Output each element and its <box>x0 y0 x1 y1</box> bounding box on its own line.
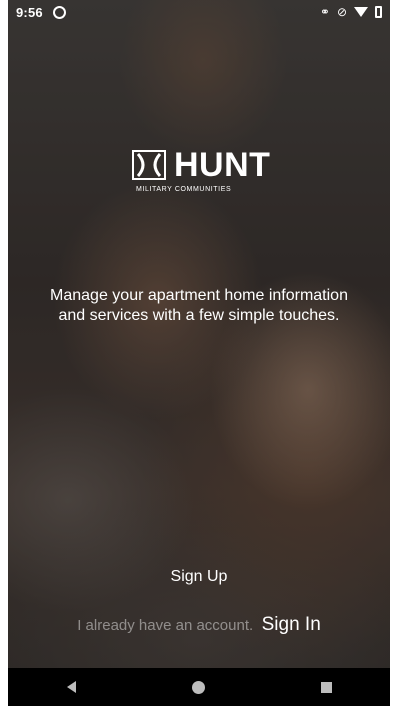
logo-mark-icon <box>132 150 166 180</box>
brand-logo: HUNT MILITARY COMMUNITIES <box>132 146 272 200</box>
background-edge-right <box>390 0 398 706</box>
background-overlay <box>8 0 390 706</box>
status-bar: 9:56 ⚭ ⊘ <box>8 0 390 24</box>
home-button[interactable] <box>169 668 229 706</box>
brand-name: HUNT <box>174 146 271 184</box>
home-icon <box>192 680 206 694</box>
phone-screen: 9:56 ⚭ ⊘ HUNT MILITARY COMMUNITIES Manag… <box>8 0 390 706</box>
mute-icon: ⊘ <box>336 5 347 19</box>
navigation-bar <box>8 668 390 706</box>
back-button[interactable] <box>42 668 102 706</box>
already-have-account-text: I already have an account. <box>77 617 254 634</box>
recents-icon <box>320 681 332 693</box>
background-edge-left <box>0 0 8 706</box>
status-icons: ⚭ ⊘ <box>320 5 382 19</box>
back-icon <box>67 681 77 693</box>
status-time: 9:56 <box>16 4 43 20</box>
sign-in-button[interactable]: Sign In <box>262 614 321 635</box>
wifi-icon <box>354 7 368 17</box>
app-notification-icon <box>52 5 66 19</box>
recents-button[interactable] <box>296 668 356 706</box>
sign-in-row: I already have an account. Sign In <box>8 614 390 636</box>
battery-icon <box>375 6 382 18</box>
brand-subtitle: MILITARY COMMUNITIES <box>136 186 232 193</box>
sign-up-button[interactable]: Sign Up <box>8 568 390 586</box>
link-icon: ⚭ <box>319 5 330 19</box>
tagline: Manage your apartment home information a… <box>50 287 348 324</box>
